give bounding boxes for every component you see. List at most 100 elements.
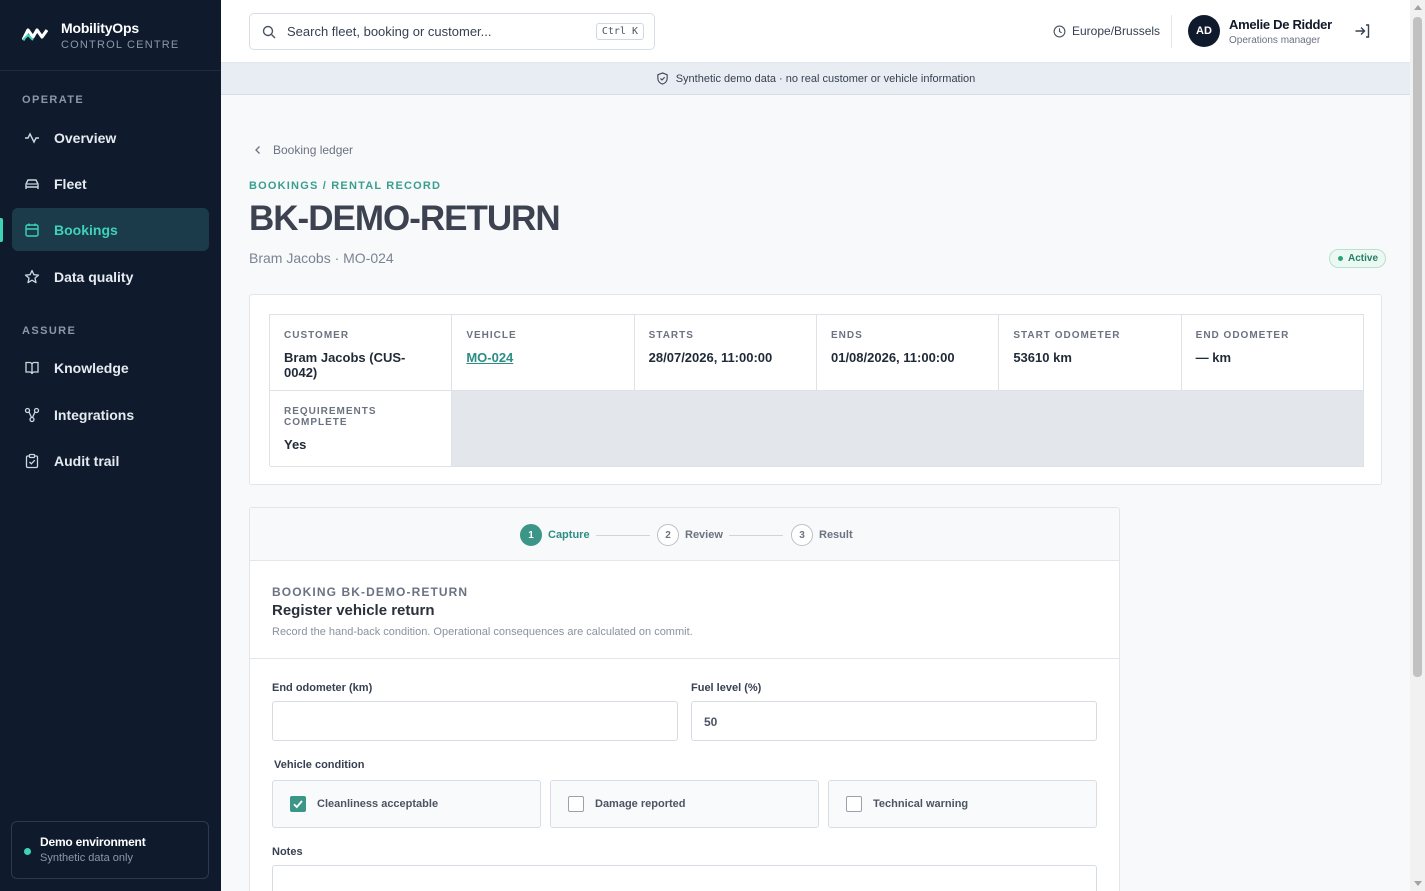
cleanliness-checkbox[interactable]: Cleanliness acceptable: [272, 780, 541, 828]
chevron-left-icon: [255, 146, 260, 154]
checkbox-unchecked-icon: [846, 796, 862, 812]
detail-label: CUSTOMER: [284, 330, 350, 341]
sidebar: MobilityOps CONTROL CENTRE OPERATE Overv…: [0, 0, 221, 891]
calendar-icon: [25, 223, 39, 237]
banner-text: Synthetic demo data · no real customer o…: [675, 72, 976, 85]
detail-starts: STARTS 28/07/2026, 11:00:00: [634, 315, 817, 391]
form-description: Record the hand-back condition. Operatio…: [272, 626, 693, 638]
detail-label: STARTS: [648, 330, 694, 341]
environment-subtitle: Synthetic data only: [40, 852, 133, 864]
detail-value: Bram Jacobs (CUS-0042): [284, 350, 406, 380]
detail-label: START ODOMETER: [1013, 330, 1121, 341]
sidebar-item-label: Bookings: [54, 221, 118, 238]
damage-reported-checkbox[interactable]: Damage reported: [550, 780, 819, 828]
scroll-down-arrow-icon[interactable]: [1414, 881, 1422, 886]
step-label: Review: [685, 529, 723, 541]
topbar: Search fleet, booking or customer... Ctr…: [221, 0, 1410, 63]
checkbox-label: Technical warning: [873, 798, 969, 810]
avatar[interactable]: AD: [1188, 15, 1220, 47]
notes-label: Notes: [272, 846, 303, 858]
environment-indicator: Demo environment Synthetic data only: [11, 821, 209, 879]
sidebar-item-label: Knowledge: [54, 359, 129, 376]
sidebar-item-label: Fleet: [54, 175, 87, 192]
step-capture[interactable]: 1 Capture: [520, 524, 590, 546]
technical-warning-checkbox[interactable]: Technical warning: [828, 780, 1097, 828]
checkbox-checked-icon: [290, 796, 306, 812]
logout-icon[interactable]: [1354, 23, 1370, 39]
step-connector: [596, 535, 650, 536]
form-title: Register vehicle return: [272, 602, 435, 619]
sidebar-item-label: Data quality: [54, 268, 134, 285]
timezone-label: Europe/Brussels: [1072, 24, 1161, 38]
search-input[interactable]: Search fleet, booking or customer... Ctr…: [249, 13, 655, 50]
main-content: Booking ledger BOOKINGS / RENTAL RECORD …: [221, 95, 1410, 891]
detail-value: 53610 km: [1013, 350, 1072, 365]
mobilityops-logo-icon: [22, 28, 48, 41]
detail-value: 01/08/2026, 11:00:00: [830, 350, 955, 365]
detail-customer: CUSTOMER Bram Jacobs (CUS-0042): [270, 315, 453, 391]
fuel-level-label: Fuel level (%): [691, 682, 762, 694]
activity-icon: [25, 131, 39, 144]
form-eyebrow: BOOKING BK-DEMO-RETURN: [272, 585, 469, 599]
sidebar-item-fleet[interactable]: Fleet: [12, 162, 209, 205]
search-placeholder: Search fleet, booking or customer...: [287, 24, 492, 39]
end-odometer-field[interactable]: [272, 701, 678, 741]
end-odometer-label: End odometer (km): [272, 682, 373, 694]
return-wizard: 1 Capture 2 Review 3 Result BOOKING BK-D…: [249, 507, 1120, 891]
checkbox-label: Damage reported: [595, 798, 686, 810]
checkbox-label: Cleanliness acceptable: [317, 798, 439, 810]
vehicle-condition-label: Vehicle condition: [274, 759, 365, 771]
divider: [1171, 15, 1172, 48]
detail-value: — km: [1195, 350, 1232, 365]
step-label: Result: [819, 529, 853, 541]
sidebar-item-bookings[interactable]: Bookings: [12, 208, 209, 251]
sidebar-item-label: Overview: [54, 129, 117, 146]
notes-field[interactable]: [272, 865, 1097, 891]
network-icon: [24, 407, 40, 422]
brand[interactable]: MobilityOps CONTROL CENTRE: [0, 0, 221, 71]
scroll-up-arrow-icon[interactable]: [1414, 5, 1422, 10]
step-number: 1: [520, 524, 542, 546]
page-subtitle: Bram Jacobs · MO-024: [249, 250, 394, 266]
nav-section-operate: OPERATE: [22, 94, 85, 106]
user-name: Amelie De Ridder: [1229, 17, 1332, 32]
step-number: 3: [791, 524, 813, 546]
detail-ends: ENDS 01/08/2026, 11:00:00: [816, 315, 1000, 391]
step-result[interactable]: 3 Result: [791, 524, 853, 546]
step-connector: [729, 535, 783, 536]
sidebar-item-data-quality[interactable]: Data quality: [12, 255, 209, 298]
step-review[interactable]: 2 Review: [657, 524, 723, 546]
detail-label: END ODOMETER: [1195, 330, 1290, 341]
star-icon: [24, 269, 40, 283]
book-icon: [25, 361, 39, 374]
vehicle-link[interactable]: MO-024: [466, 350, 619, 365]
sidebar-item-label: Integrations: [54, 406, 135, 423]
wizard-stepper: 1 Capture 2 Review 3 Result: [250, 508, 1119, 561]
detail-value: Yes: [284, 437, 307, 452]
search-icon: [262, 25, 276, 38]
status-badge: Active: [1329, 249, 1387, 268]
scrollbar-thumb[interactable]: [1413, 17, 1422, 677]
sidebar-item-audit-trail[interactable]: Audit trail: [12, 439, 209, 482]
timezone-indicator[interactable]: Europe/Brussels: [1053, 24, 1160, 38]
detail-requirements-complete: REQUIREMENTS COMPLETE Yes: [270, 391, 453, 467]
car-icon: [25, 178, 39, 189]
sidebar-item-integrations[interactable]: Integrations: [12, 393, 209, 436]
step-number: 2: [657, 524, 679, 546]
sidebar-item-overview[interactable]: Overview: [12, 116, 209, 159]
status-dot: [24, 848, 31, 855]
environment-title: Demo environment: [40, 835, 146, 849]
fuel-level-field[interactable]: 50: [691, 701, 1097, 741]
back-link-label: Booking ledger: [273, 143, 354, 157]
sidebar-item-knowledge[interactable]: Knowledge: [12, 346, 209, 389]
keyboard-shortcut: Ctrl K: [595, 23, 644, 40]
detail-end-odometer: END ODOMETER — km: [1181, 315, 1364, 391]
page-scrollbar[interactable]: [1410, 0, 1425, 891]
booking-details-card: CUSTOMER Bram Jacobs (CUS-0042) VEHICLE …: [249, 294, 1382, 485]
brand-name: MobilityOps: [61, 19, 139, 36]
sidebar-item-label: Audit trail: [54, 452, 120, 469]
form-header: BOOKING BK-DEMO-RETURN Register vehicle …: [250, 561, 1119, 659]
detail-start-odometer: START ODOMETER 53610 km: [999, 315, 1182, 391]
back-link[interactable]: Booking ledger: [252, 143, 353, 157]
active-nav-indicator: [0, 218, 3, 242]
